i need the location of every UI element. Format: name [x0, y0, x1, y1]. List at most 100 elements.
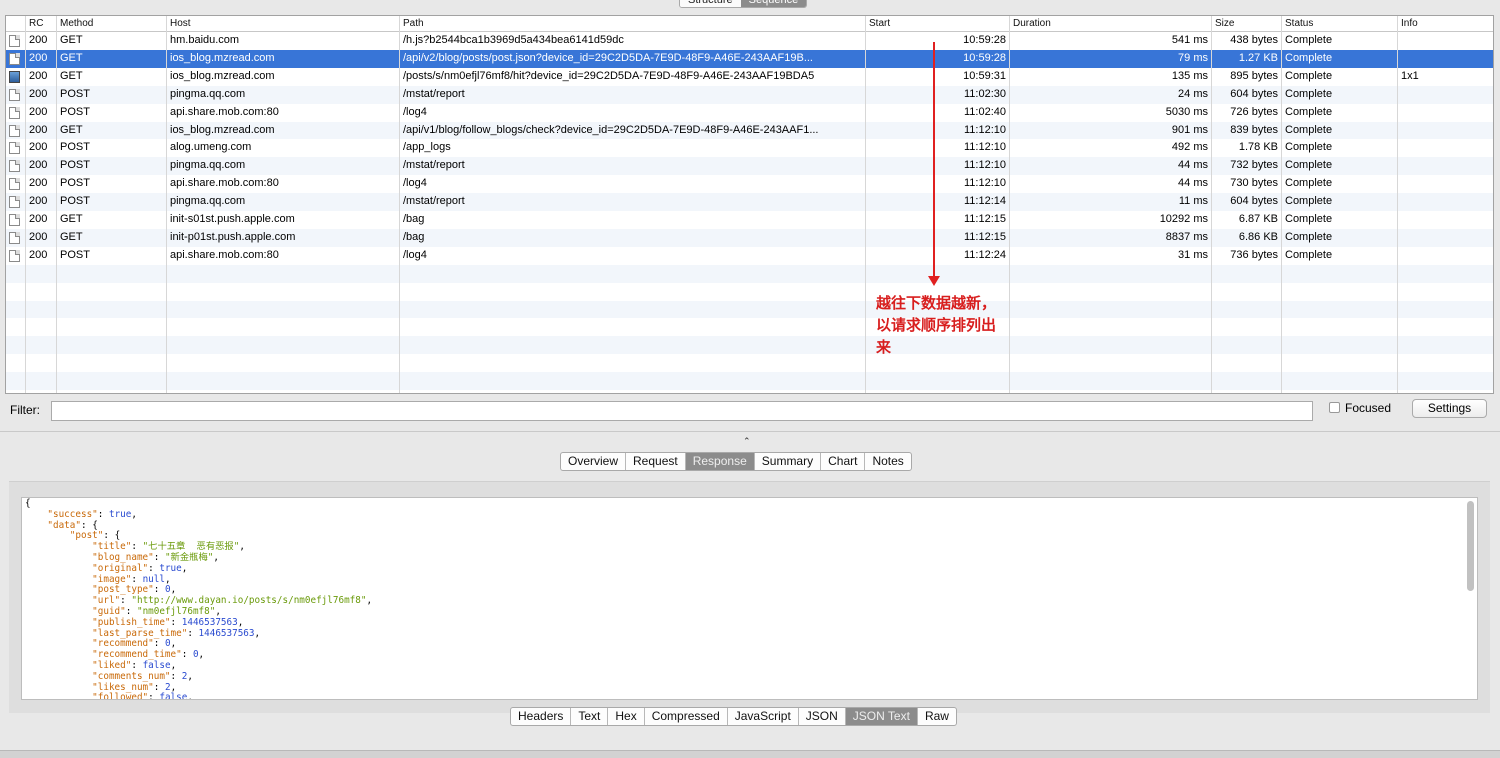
column-header-method[interactable]: Method	[56, 16, 166, 32]
cell-rc: 200	[29, 123, 48, 136]
file-icon	[9, 178, 20, 191]
view-tab-sequence[interactable]: Sequence	[740, 0, 807, 7]
cell-method: GET	[60, 230, 83, 243]
tab-chart[interactable]: Chart	[821, 453, 866, 470]
cell-status: Complete	[1285, 195, 1333, 208]
empty-row	[6, 264, 1493, 283]
cell-duration: 10292 ms	[1159, 213, 1208, 225]
filter-input[interactable]	[51, 401, 1313, 421]
column-divider[interactable]	[1211, 16, 1212, 393]
column-header-duration[interactable]: Duration	[1009, 16, 1211, 32]
json-punct: ,	[187, 692, 193, 700]
json-punct: ,	[198, 649, 205, 661]
json-value: "nm0efjl76mf8"	[136, 605, 216, 617]
settings-button[interactable]: Settings	[1412, 399, 1487, 418]
format-tab-compressed[interactable]: Compressed	[645, 708, 728, 725]
column-header-start[interactable]: Start	[865, 16, 1009, 32]
cell-duration: 5030 ms	[1165, 105, 1208, 118]
table-row[interactable]: 200 POST api.share.mob.com:80/log4 11:12:24…	[6, 247, 1493, 265]
column-divider[interactable]	[399, 16, 400, 393]
format-tab-hex[interactable]: Hex	[608, 708, 645, 725]
text-file-icon	[9, 35, 20, 47]
json-value: 1446537563	[181, 616, 238, 628]
column-divider[interactable]	[25, 16, 26, 393]
tab-overview[interactable]: Overview	[561, 453, 627, 470]
format-tab-json[interactable]: JSON	[799, 708, 846, 725]
cell-host: api.share.mob.com:80	[170, 105, 279, 118]
cell-host: init-s01st.push.apple.com	[170, 213, 295, 225]
cell-info	[1397, 247, 1493, 265]
cell-rc: 200	[29, 177, 48, 190]
table-row[interactable]: 200 GET ios_blog.mzread.com/api/v2/blog/po…	[6, 49, 1493, 68]
column-header-status[interactable]: Status	[1281, 16, 1397, 32]
column-header-rc[interactable]: RC	[25, 16, 56, 32]
cell-duration: 135 ms	[1171, 69, 1208, 82]
json-key: "publish_time"	[92, 616, 171, 628]
format-tab-text[interactable]: Text	[571, 708, 609, 725]
json-punct: ,	[170, 584, 177, 596]
format-tab-json-text[interactable]: JSON Text	[845, 708, 918, 725]
tab-response[interactable]: Response	[685, 453, 755, 470]
json-value: "http://www.dayan.io/posts/s/nm0efjl76mf…	[131, 595, 367, 607]
scrollbar[interactable]	[1467, 501, 1474, 591]
image-file-icon	[9, 70, 20, 83]
format-tab-javascript[interactable]: JavaScript	[728, 708, 799, 725]
format-tab-raw[interactable]: Raw	[918, 708, 956, 725]
json-punct: ,	[254, 627, 261, 639]
cell-info	[1397, 32, 1493, 50]
json-line: {	[25, 498, 1474, 510]
html-file-icon	[9, 124, 20, 137]
table-row[interactable]: 200 POST alog.umeng.com/app_logs 11:12:10 49…	[6, 139, 1493, 157]
json-line: "data": {	[47, 519, 98, 531]
table-row[interactable]: 200 GET init-p01st.push.apple.com/bag 11:12…	[6, 228, 1493, 247]
cell-status: Complete	[1285, 141, 1333, 154]
cell-rc: 200	[29, 230, 48, 243]
cell-path: /posts/s/nm0efjl76mf8/hit?device_id=29C2…	[403, 69, 815, 82]
column-divider[interactable]	[166, 16, 167, 393]
cell-host: ios_blog.mzread.com	[170, 51, 275, 64]
column-divider[interactable]	[865, 16, 866, 393]
table-row[interactable]: 200 POST api.share.mob.com:80/log4 11:02:40…	[6, 104, 1493, 122]
view-tab-structure[interactable]: Structure	[680, 0, 741, 7]
column-divider[interactable]	[1009, 16, 1010, 393]
column-header-info[interactable]: Info	[1397, 16, 1493, 32]
tab-summary[interactable]: Summary	[755, 453, 822, 470]
cell-path: /h.js?b2544bca1b3969d5a434bea6141d59dc	[403, 34, 624, 46]
json-key: "likes_num"	[92, 681, 154, 693]
column-divider[interactable]	[1281, 16, 1282, 393]
response-json-viewer[interactable]: { "success": true, "data": { "post": { "…	[21, 497, 1478, 700]
table-row[interactable]: 200 GET hm.baidu.com/h.js?b2544bca1b3969d5…	[6, 32, 1493, 50]
cell-host: ios_blog.mzread.com	[170, 69, 275, 82]
json-key: "success"	[47, 508, 98, 520]
split-grip-icon[interactable]: ⌃	[743, 436, 751, 447]
cell-info	[1397, 122, 1493, 140]
html-file-icon	[9, 52, 20, 65]
table-row[interactable]: 200 GET init-s01st.push.apple.com/bag 11:12…	[6, 211, 1493, 229]
table-row[interactable]: 200 POST pingma.qq.com/mstat/report 11:12:1…	[6, 157, 1493, 176]
table-row[interactable]: 200 POST pingma.qq.com/mstat/report 11:12:1…	[6, 193, 1493, 211]
json-line: "last_parse_time": 1446537563,	[92, 627, 261, 639]
file-icon	[9, 160, 20, 173]
format-tab-headers[interactable]: Headers	[511, 708, 572, 725]
column-header-path[interactable]: Path	[399, 16, 865, 32]
table-row[interactable]: 200 GET ios_blog.mzread.com/posts/s/nm0efj…	[6, 68, 1493, 86]
json-punct: ,	[187, 670, 193, 682]
cell-host: pingma.qq.com	[170, 195, 246, 208]
column-divider[interactable]	[56, 16, 57, 393]
split-divider[interactable]	[0, 431, 1500, 432]
json-punct: ,	[239, 541, 245, 553]
tab-request[interactable]: Request	[626, 453, 686, 470]
cell-start: 11:12:14	[963, 195, 1006, 208]
column-header-size[interactable]: Size	[1211, 16, 1281, 32]
tab-notes[interactable]: Notes	[865, 453, 910, 470]
column-divider[interactable]	[1397, 16, 1398, 393]
column-header-host[interactable]: Host	[166, 16, 399, 32]
table-body: 200 GET hm.baidu.com/h.js?b2544bca1b3969d5…	[6, 32, 1493, 393]
json-value: 1446537563	[198, 627, 255, 639]
table-row[interactable]: 200 POST pingma.qq.com/mstat/report 11:02:3…	[6, 85, 1493, 104]
table-row[interactable]: 200 POST api.share.mob.com:80/log4 11:12:10…	[6, 175, 1493, 193]
table-row[interactable]: 200 GET ios_blog.mzread.com/api/v1/blog/fo…	[6, 121, 1493, 140]
focused-checkbox[interactable]	[1329, 402, 1340, 413]
request-table: RC Method Host Path Start Duration Size Status I…	[5, 15, 1494, 394]
cell-method: GET	[60, 213, 83, 225]
